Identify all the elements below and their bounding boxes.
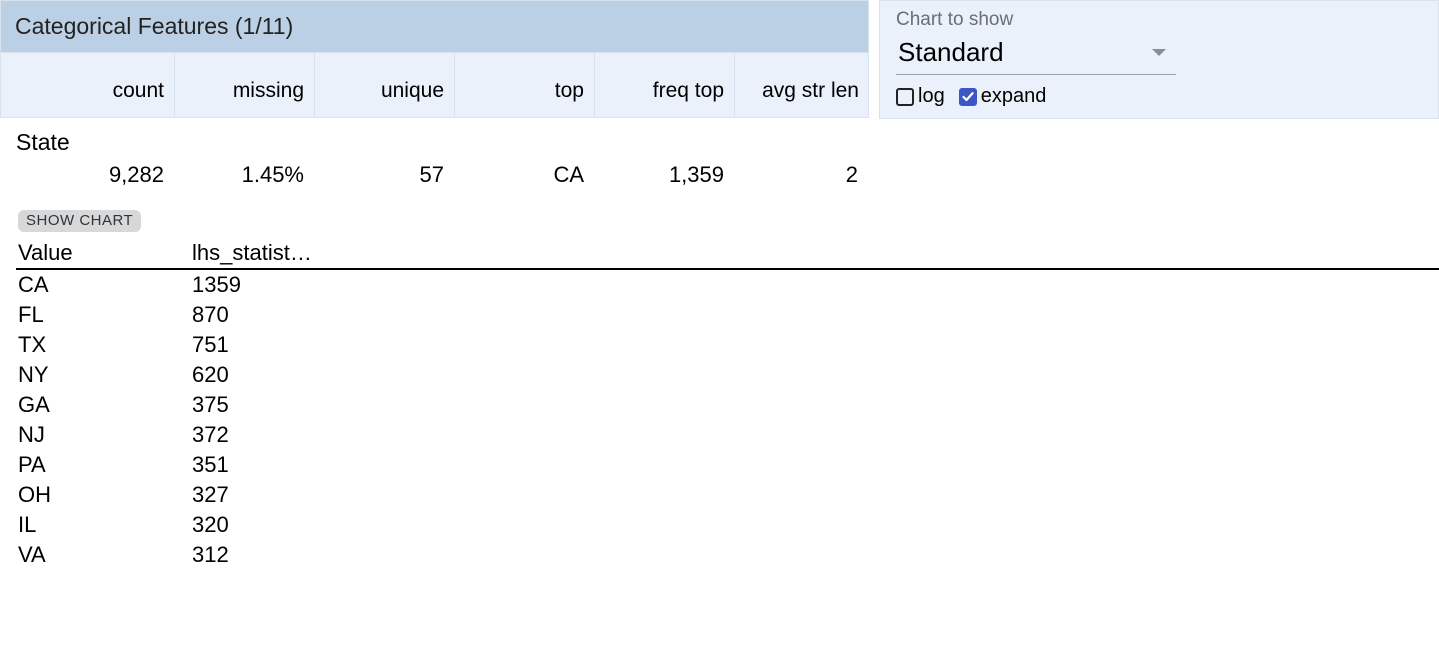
cell-value: FL (16, 300, 190, 330)
expand-label: expand (981, 85, 1047, 108)
cell-value: CA (16, 270, 190, 300)
cell-value: IL (16, 510, 190, 540)
cell-stat: 870 (190, 300, 390, 330)
cell-value: PA (16, 450, 190, 480)
val-missing: 1.45% (174, 158, 314, 192)
table-row: IL320 (16, 510, 1439, 540)
col-avg-str-len: avg str len (735, 53, 869, 117)
val-freq-top: 1,359 (594, 158, 734, 192)
chevron-down-icon (1152, 49, 1166, 56)
cell-stat: 751 (190, 330, 390, 360)
section-title: Categorical Features (1/11) (0, 0, 869, 53)
table-row: TX751 (16, 330, 1439, 360)
cell-value: NJ (16, 420, 190, 450)
checkbox-checked-icon (959, 88, 977, 106)
col-missing: missing (175, 53, 315, 117)
val-unique: 57 (314, 158, 454, 192)
vt-col-stat: lhs_statist… (190, 240, 390, 268)
top-row: Categorical Features (1/11) count missin… (0, 0, 1439, 119)
checkbox-row: log expand (896, 85, 1422, 108)
col-count: count (1, 53, 175, 117)
checkbox-unchecked-icon (896, 88, 914, 106)
cell-stat: 351 (190, 450, 390, 480)
table-row: PA351 (16, 450, 1439, 480)
cell-stat: 312 (190, 540, 390, 570)
stats-header-panel: Categorical Features (1/11) count missin… (0, 0, 869, 119)
chart-to-show-label: Chart to show (896, 9, 1422, 31)
col-top: top (455, 53, 595, 117)
stats-values-row: 9,282 1.45% 57 CA 1,359 2 (16, 158, 1439, 192)
cell-stat: 1359 (190, 270, 390, 300)
feature-name: State (16, 129, 1439, 156)
table-row: GA375 (16, 390, 1439, 420)
value-table-body: CA1359FL870TX751NY620GA375NJ372PA351OH32… (16, 270, 1439, 570)
chart-type-select[interactable]: Standard (896, 33, 1176, 75)
cell-stat: 375 (190, 390, 390, 420)
table-row: NJ372 (16, 420, 1439, 450)
val-top: CA (454, 158, 594, 192)
feature-block: State 9,282 1.45% 57 CA 1,359 2 SHOW CHA… (0, 119, 1439, 570)
table-row: FL870 (16, 300, 1439, 330)
chart-type-value: Standard (898, 37, 1004, 68)
cell-value: TX (16, 330, 190, 360)
cell-value: OH (16, 480, 190, 510)
table-row: NY620 (16, 360, 1439, 390)
col-unique: unique (315, 53, 455, 117)
value-table-header: Value lhs_statist… (16, 240, 1439, 270)
chart-controls-panel: Chart to show Standard log expand (879, 0, 1439, 119)
cell-stat: 327 (190, 480, 390, 510)
log-label: log (918, 85, 945, 108)
stats-header-row: count missing unique top freq top avg st… (0, 53, 869, 118)
col-freq-top: freq top (595, 53, 735, 117)
val-count: 9,282 (16, 158, 174, 192)
cell-value: NY (16, 360, 190, 390)
cell-value: GA (16, 390, 190, 420)
show-chart-button[interactable]: SHOW CHART (18, 210, 141, 232)
categorical-features-panel: Categorical Features (1/11) count missin… (0, 0, 1439, 570)
cell-stat: 620 (190, 360, 390, 390)
table-row: VA312 (16, 540, 1439, 570)
log-checkbox[interactable]: log (896, 85, 945, 108)
vt-col-value: Value (16, 240, 190, 268)
table-row: CA1359 (16, 270, 1439, 300)
cell-value: VA (16, 540, 190, 570)
value-frequency-table: Value lhs_statist… CA1359FL870TX751NY620… (16, 240, 1439, 570)
cell-stat: 320 (190, 510, 390, 540)
table-row: OH327 (16, 480, 1439, 510)
val-avg-str-len: 2 (734, 158, 868, 192)
expand-checkbox[interactable]: expand (959, 85, 1047, 108)
cell-stat: 372 (190, 420, 390, 450)
